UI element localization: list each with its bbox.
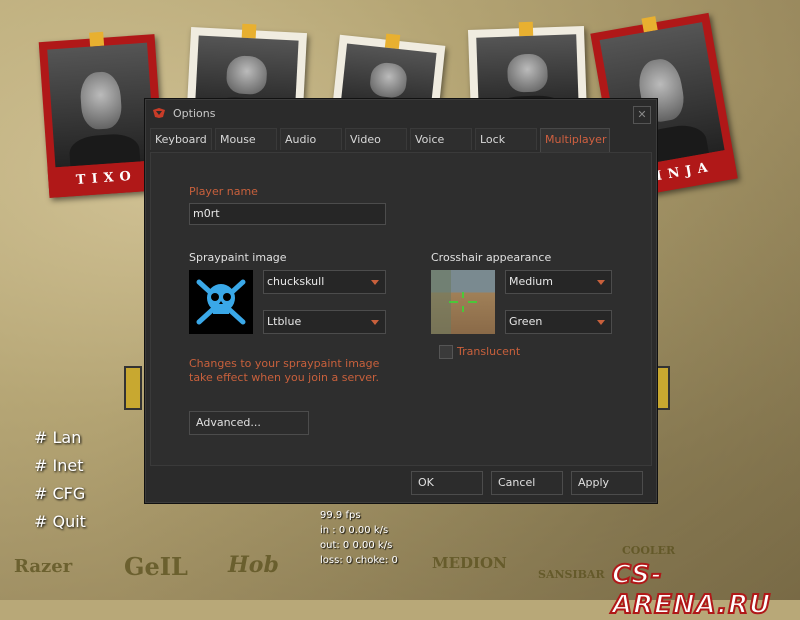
- tab-lock[interactable]: Lock: [475, 128, 537, 150]
- tape: [518, 21, 534, 37]
- spraypaint-color-value: Ltblue: [267, 315, 302, 328]
- multiplayer-panel: Player name m0rt Spraypaint image chucks…: [150, 152, 652, 466]
- tape: [384, 33, 401, 49]
- sponsor-geil-logo: GeIL: [124, 552, 188, 581]
- close-icon: ✕: [637, 108, 647, 121]
- menu-item-lan[interactable]: # Lan: [34, 428, 86, 456]
- chevron-down-icon: [597, 280, 605, 285]
- spraypaint-image-value: chuckskull: [267, 275, 325, 288]
- crosshair-color-value: Green: [509, 315, 543, 328]
- spraypaint-note: Changes to your spraypaint image take ef…: [189, 357, 380, 384]
- spraypaint-image-select[interactable]: chuckskull: [263, 270, 386, 294]
- advanced-button[interactable]: Advanced...: [189, 411, 309, 435]
- chevron-down-icon: [371, 280, 379, 285]
- close-button[interactable]: ✕: [633, 106, 651, 124]
- decor-left: [124, 366, 142, 410]
- tab-voice[interactable]: Voice: [410, 128, 472, 150]
- sponsor-razer-logo: Razer: [14, 556, 73, 577]
- tab-audio[interactable]: Audio: [280, 128, 342, 150]
- cancel-button[interactable]: Cancel: [491, 471, 563, 495]
- fps-readout: 99.9 fps: [320, 510, 361, 521]
- chevron-down-icon: [597, 320, 605, 325]
- photo-image: [47, 42, 156, 168]
- crosshair-size-value: Medium: [509, 275, 553, 288]
- tab-video[interactable]: Video: [345, 128, 407, 150]
- spraypaint-preview: [189, 270, 253, 334]
- chevron-down-icon: [371, 320, 379, 325]
- spraypaint-label: Spraypaint image: [189, 251, 287, 264]
- player-name-input[interactable]: m0rt: [189, 203, 386, 225]
- dialog-titlebar[interactable]: Options ✕: [145, 99, 657, 127]
- main-menu: # Lan # Inet # CFG # Quit: [34, 428, 86, 540]
- dialog-title: Options: [173, 107, 216, 120]
- sponsor-cooler-logo: COOLER: [622, 544, 676, 557]
- translucent-checkbox[interactable]: [439, 345, 453, 359]
- tab-keyboard[interactable]: Keyboard: [150, 128, 212, 150]
- sponsor-sansibar-logo: SANSIBAR: [538, 568, 605, 581]
- crosshair-preview: [431, 270, 495, 334]
- tab-mouse[interactable]: Mouse: [215, 128, 277, 150]
- crosshair-icon: [431, 270, 477, 334]
- player-name-label: Player name: [189, 185, 258, 198]
- crosshair-color-select[interactable]: Green: [505, 310, 612, 334]
- tape: [89, 31, 105, 47]
- tape: [241, 23, 257, 39]
- menu-item-cfg[interactable]: # CFG: [34, 484, 86, 512]
- sponsor-medion-logo: MEDION: [432, 554, 507, 572]
- menu-item-inet[interactable]: # Inet: [34, 456, 86, 484]
- steam-logo-icon: [153, 108, 165, 118]
- translucent-label: Translucent: [457, 345, 521, 358]
- tab-multiplayer[interactable]: Multiplayer: [540, 128, 610, 152]
- crosshair-label: Crosshair appearance: [431, 251, 552, 264]
- spraypaint-color-select[interactable]: Ltblue: [263, 310, 386, 334]
- apply-button[interactable]: Apply: [571, 471, 643, 495]
- sponsor-hob-logo: Hob: [228, 552, 279, 578]
- crosshair-size-select[interactable]: Medium: [505, 270, 612, 294]
- options-dialog: Options ✕ Keyboard Mouse Audio Video Voi…: [144, 98, 658, 504]
- watermark-logo: CS-ARENA.RU: [611, 559, 772, 620]
- ok-button[interactable]: OK: [411, 471, 483, 495]
